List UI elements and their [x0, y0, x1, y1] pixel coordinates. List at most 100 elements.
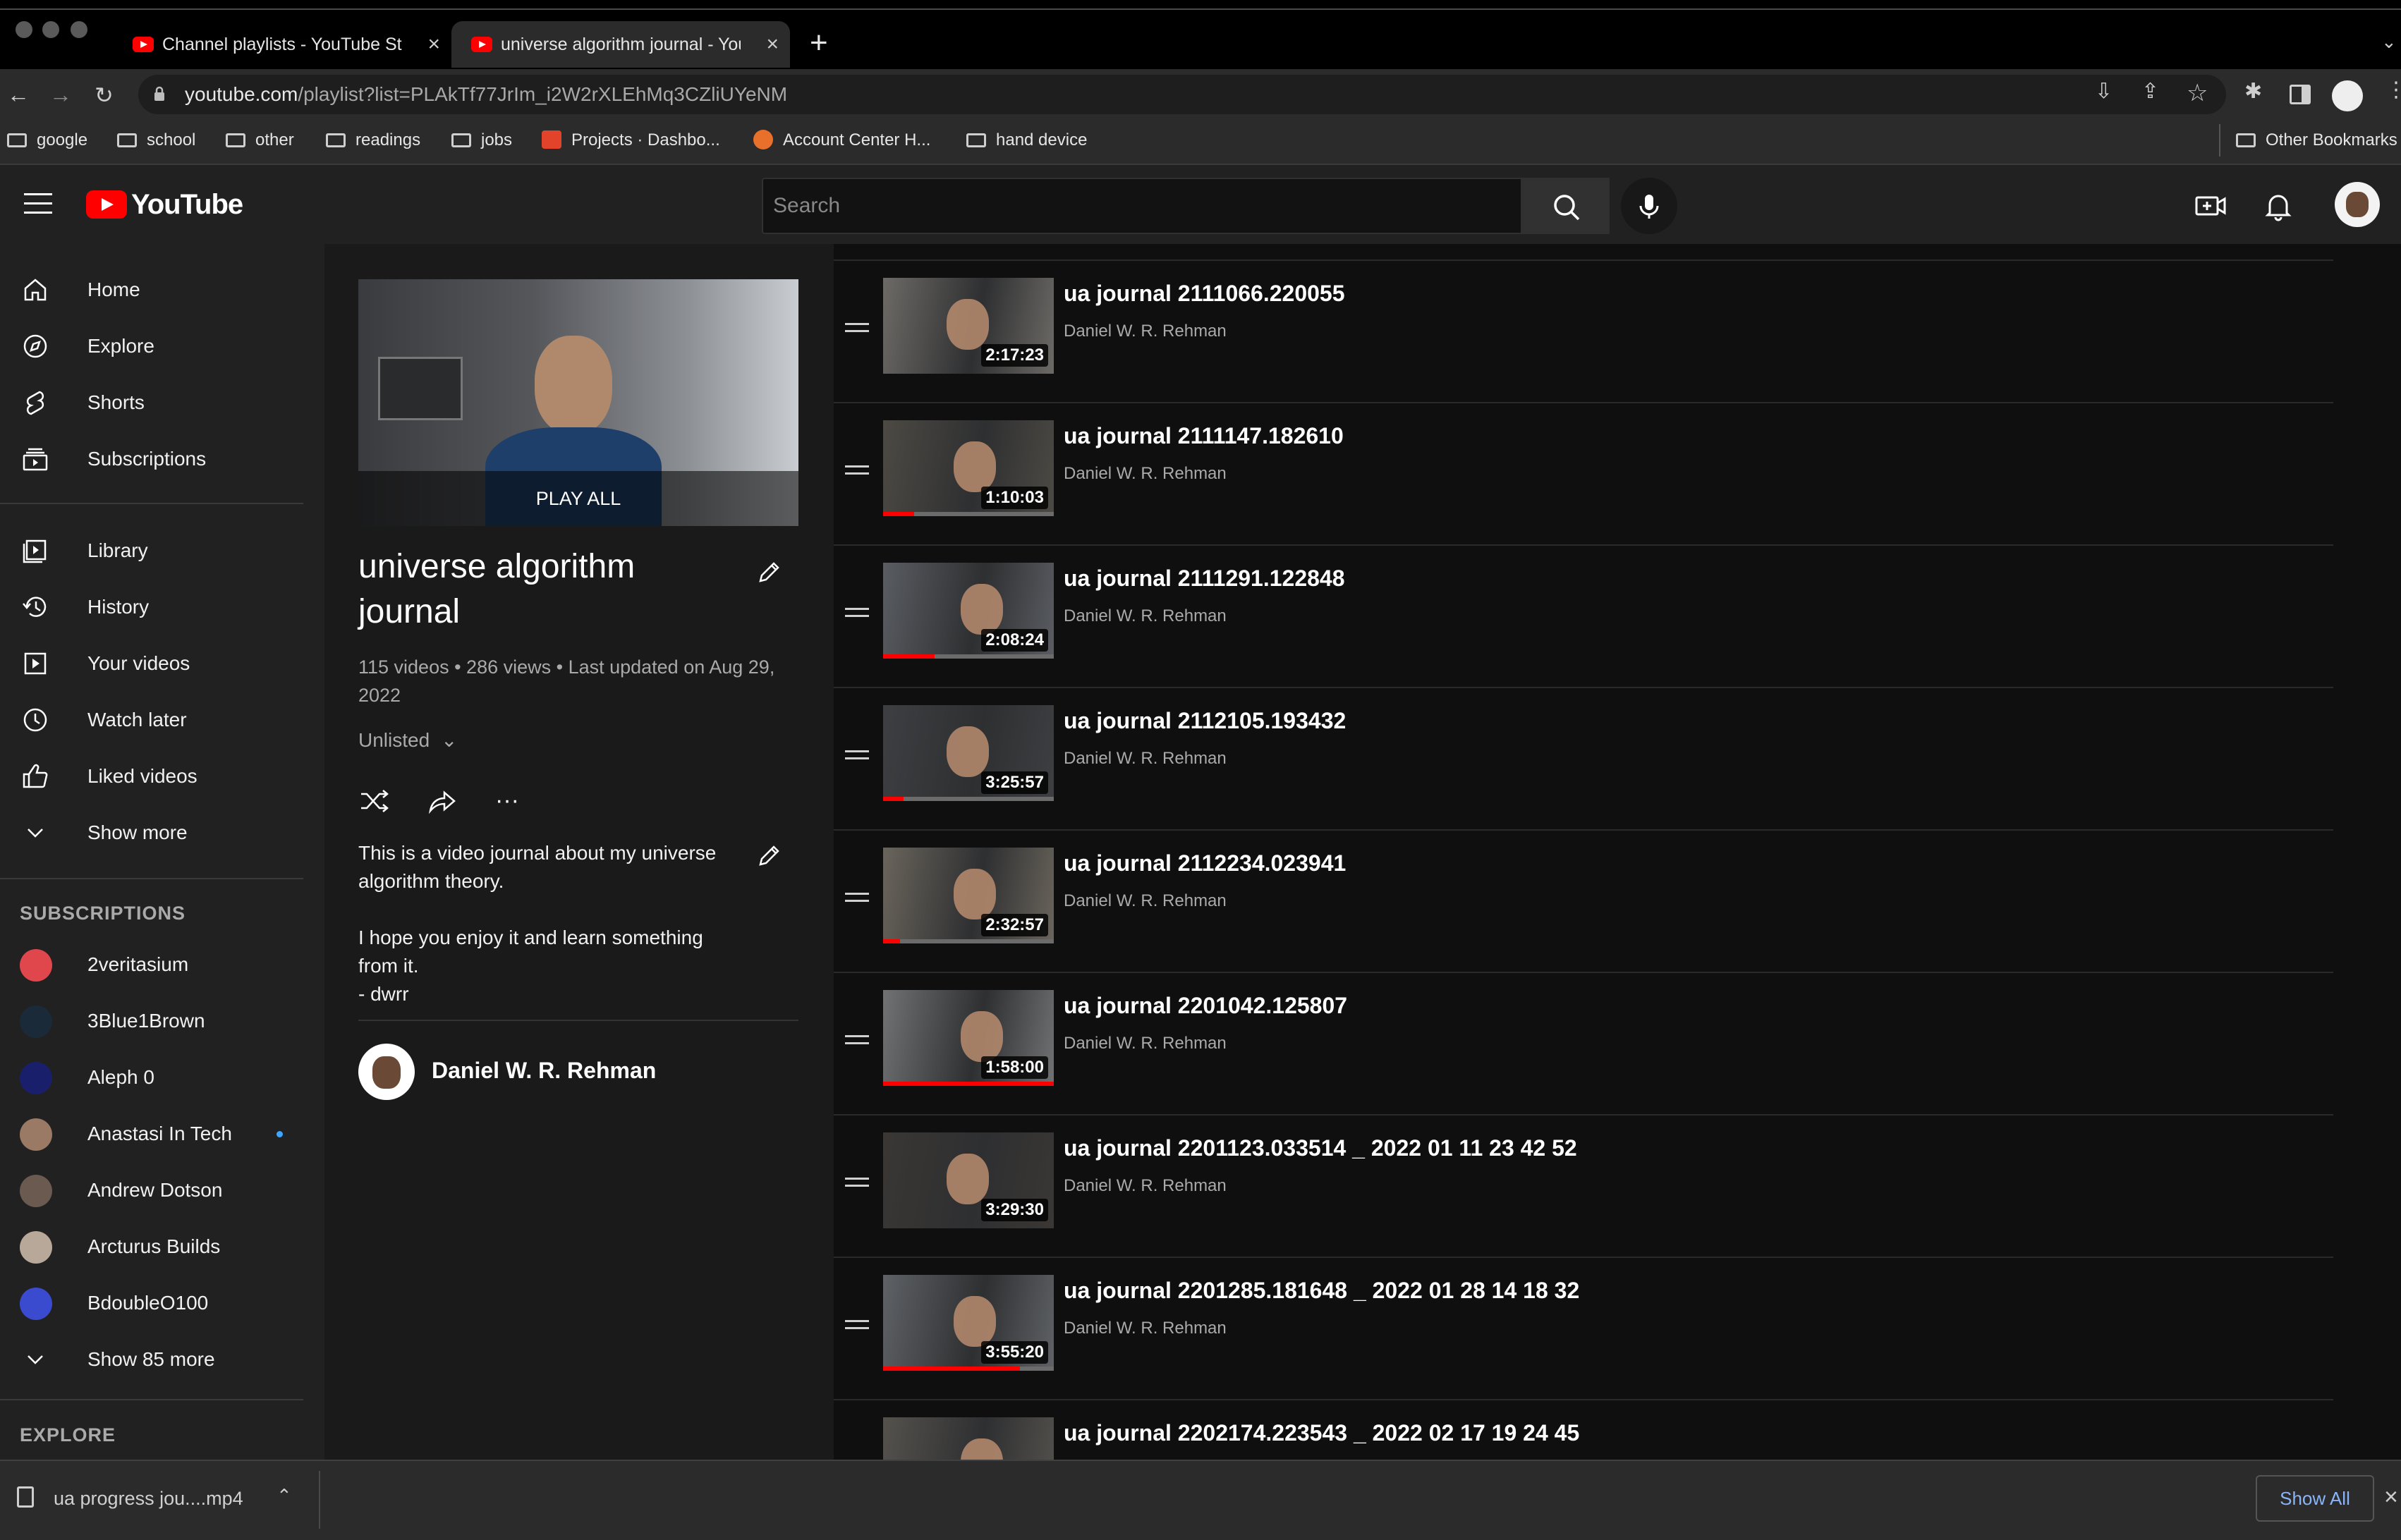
sidebar-item-liked-videos[interactable]: Liked videos — [0, 748, 324, 805]
youtube-logo-text[interactable]: YouTube — [131, 189, 243, 221]
owner-name[interactable]: Daniel W. R. Rehman — [432, 1058, 656, 1084]
video-channel[interactable]: Daniel W. R. Rehman — [1064, 749, 1227, 769]
video-thumbnail[interactable]: 2:17:23 — [883, 278, 1054, 374]
search-input[interactable]: Search — [762, 178, 1522, 234]
sidebar-item-explore[interactable]: Explore — [0, 318, 324, 374]
playlist-video-row[interactable]: 2:17:23 ua journal 2111066.220055 Daniel W… — [834, 259, 2333, 402]
subscription-item[interactable]: 3Blue1Brown — [0, 993, 324, 1049]
video-title[interactable]: ua journal 2201285.181648 _ 2022 01 28 1… — [1064, 1278, 1579, 1304]
youtube-logo-icon[interactable] — [86, 190, 127, 219]
drag-handle-icon[interactable] — [845, 323, 869, 337]
subscription-item[interactable]: Andrew Dotson — [0, 1162, 324, 1218]
subscription-item[interactable]: Arcturus Builds — [0, 1218, 324, 1275]
video-channel[interactable]: Daniel W. R. Rehman — [1064, 1034, 1227, 1053]
tab-list-chevron-icon[interactable]: ⌄ — [2381, 31, 2397, 53]
chevron-up-icon[interactable]: ⌃ — [276, 1485, 292, 1507]
edit-title-button[interactable] — [755, 558, 783, 587]
notifications-button[interactable] — [2264, 190, 2292, 221]
video-thumbnail[interactable]: 1:58:00 — [883, 990, 1054, 1086]
hamburger-menu-icon[interactable] — [24, 193, 52, 214]
bookmark-other[interactable]: other — [226, 124, 294, 157]
download-item[interactable]: ua progress jou....mp4 — [54, 1488, 243, 1510]
sidebar-show-more[interactable]: Show more — [0, 805, 324, 861]
play-all-button[interactable]: PLAY ALL — [358, 471, 798, 526]
bookmark-other-bookmarks[interactable]: Other Bookmarks — [2236, 124, 2397, 157]
video-channel[interactable]: Daniel W. R. Rehman — [1064, 464, 1227, 484]
playlist-video-row[interactable]: ua journal 2202174.223543 _ 2022 02 17 1… — [834, 1399, 2333, 1460]
side-panel-icon[interactable] — [2290, 85, 2311, 104]
video-thumbnail[interactable]: 2:32:57 — [883, 848, 1054, 943]
forward-arrow-icon[interactable]: → — [49, 82, 72, 108]
sidebar-item-your-videos[interactable]: Your videos — [0, 635, 324, 692]
window-close-dot[interactable] — [16, 21, 32, 38]
voice-search-button[interactable] — [1621, 178, 1677, 234]
sidebar-item-library[interactable]: Library — [0, 522, 324, 579]
more-options-icon[interactable]: ··· — [495, 788, 519, 812]
new-tab-button[interactable]: + — [810, 25, 828, 61]
subscription-item[interactable]: Anastasi In Tech — [0, 1106, 324, 1162]
show-all-downloads-button[interactable]: Show All — [2256, 1475, 2374, 1522]
share-icon[interactable]: ⇪ — [2141, 79, 2159, 104]
video-channel[interactable]: Daniel W. R. Rehman — [1064, 322, 1227, 341]
edit-description-button[interactable] — [755, 842, 783, 870]
shuffle-button[interactable] — [358, 787, 391, 815]
video-title[interactable]: ua journal 2111066.220055 — [1064, 281, 1345, 307]
drag-handle-icon[interactable] — [845, 608, 869, 622]
share-button[interactable] — [426, 787, 458, 815]
drag-handle-icon[interactable] — [845, 1178, 869, 1192]
playlist-video-row[interactable]: 3:25:57 ua journal 2112105.193432 Daniel W… — [834, 687, 2333, 829]
bookmark-school[interactable]: school — [117, 124, 195, 157]
playlist-video-row[interactable]: 2:08:24 ua journal 2111291.122848 Daniel W… — [834, 544, 2333, 687]
bookmark-account-center[interactable]: Account Center H... — [753, 124, 930, 157]
drag-handle-icon[interactable] — [845, 1320, 869, 1334]
video-thumbnail[interactable]: 3:29:30 — [883, 1132, 1054, 1228]
reload-icon[interactable]: ↻ — [95, 82, 114, 109]
subscription-item[interactable]: Aleph 0 — [0, 1049, 324, 1106]
playlist-video-row[interactable]: 1:10:03 ua journal 2111147.182610 Daniel W… — [834, 402, 2333, 544]
video-thumbnail[interactable] — [883, 1417, 1054, 1460]
video-title[interactable]: ua journal 2112105.193432 — [1064, 708, 1346, 734]
profile-avatar[interactable] — [2332, 80, 2363, 111]
playlist-video-row[interactable]: 1:58:00 ua journal 2201042.125807 Daniel W… — [834, 972, 2333, 1114]
video-thumbnail[interactable]: 1:10:03 — [883, 420, 1054, 516]
bookmark-hand-device[interactable]: hand device — [966, 124, 1087, 157]
drag-handle-icon[interactable] — [845, 465, 869, 479]
drag-handle-icon[interactable] — [845, 1035, 869, 1049]
sidebar-show-more-subscriptions[interactable]: Show 85 more — [0, 1331, 324, 1388]
playlist-video-row[interactable]: 2:32:57 ua journal 2112234.023941 Daniel W… — [834, 829, 2333, 972]
sidebar-item-history[interactable]: History — [0, 579, 324, 635]
video-thumbnail[interactable]: 3:55:20 — [883, 1275, 1054, 1371]
video-title[interactable]: ua journal 2111147.182610 — [1064, 423, 1344, 449]
video-channel[interactable]: Daniel W. R. Rehman — [1064, 1176, 1227, 1196]
tab-universe-algorithm-journal[interactable]: universe algorithm journal - YouTube × — [451, 21, 790, 68]
video-thumbnail[interactable]: 2:08:24 — [883, 563, 1054, 659]
drag-handle-icon[interactable] — [845, 893, 869, 907]
sidebar-item-watch-later[interactable]: Watch later — [0, 692, 324, 748]
bookmark-projects[interactable]: Projects · Dashbo... — [542, 124, 720, 157]
browser-menu-icon[interactable]: ⋮ — [2385, 78, 2401, 102]
create-video-button[interactable] — [2195, 192, 2226, 220]
window-minimize-dot[interactable] — [42, 21, 59, 38]
video-thumbnail[interactable]: 3:25:57 — [883, 705, 1054, 801]
extensions-puzzle-icon[interactable]: ✱ — [2244, 79, 2262, 104]
video-channel[interactable]: Daniel W. R. Rehman — [1064, 1319, 1227, 1338]
video-title[interactable]: ua journal 2112234.023941 — [1064, 850, 1346, 876]
close-tab-icon[interactable]: × — [766, 21, 779, 68]
tab-channel-playlists[interactable]: Channel playlists - YouTube Studio × — [113, 21, 451, 68]
sidebar-item-shorts[interactable]: Shorts — [0, 374, 324, 431]
video-channel[interactable]: Daniel W. R. Rehman — [1064, 891, 1227, 911]
sidebar-item-home[interactable]: Home — [0, 262, 324, 318]
bookmark-google[interactable]: google — [7, 124, 87, 157]
playlist-video-row[interactable]: 3:29:30 ua journal 2201123.033514 _ 2022 … — [834, 1114, 2333, 1257]
search-button[interactable] — [1522, 178, 1610, 234]
back-arrow-icon[interactable]: ← — [7, 82, 30, 108]
bookmark-readings[interactable]: readings — [326, 124, 420, 157]
window-zoom-dot[interactable] — [71, 21, 87, 38]
playlist-video-row[interactable]: 3:55:20 ua journal 2201285.181648 _ 2022 … — [834, 1257, 2333, 1399]
close-tab-icon[interactable]: × — [427, 21, 440, 68]
owner-avatar[interactable] — [358, 1044, 415, 1100]
subscription-item[interactable]: BdoubleO100 — [0, 1275, 324, 1331]
subscription-item[interactable]: 2veritasium — [0, 936, 324, 993]
video-channel[interactable]: Daniel W. R. Rehman — [1064, 606, 1227, 626]
account-avatar[interactable] — [2335, 182, 2380, 227]
